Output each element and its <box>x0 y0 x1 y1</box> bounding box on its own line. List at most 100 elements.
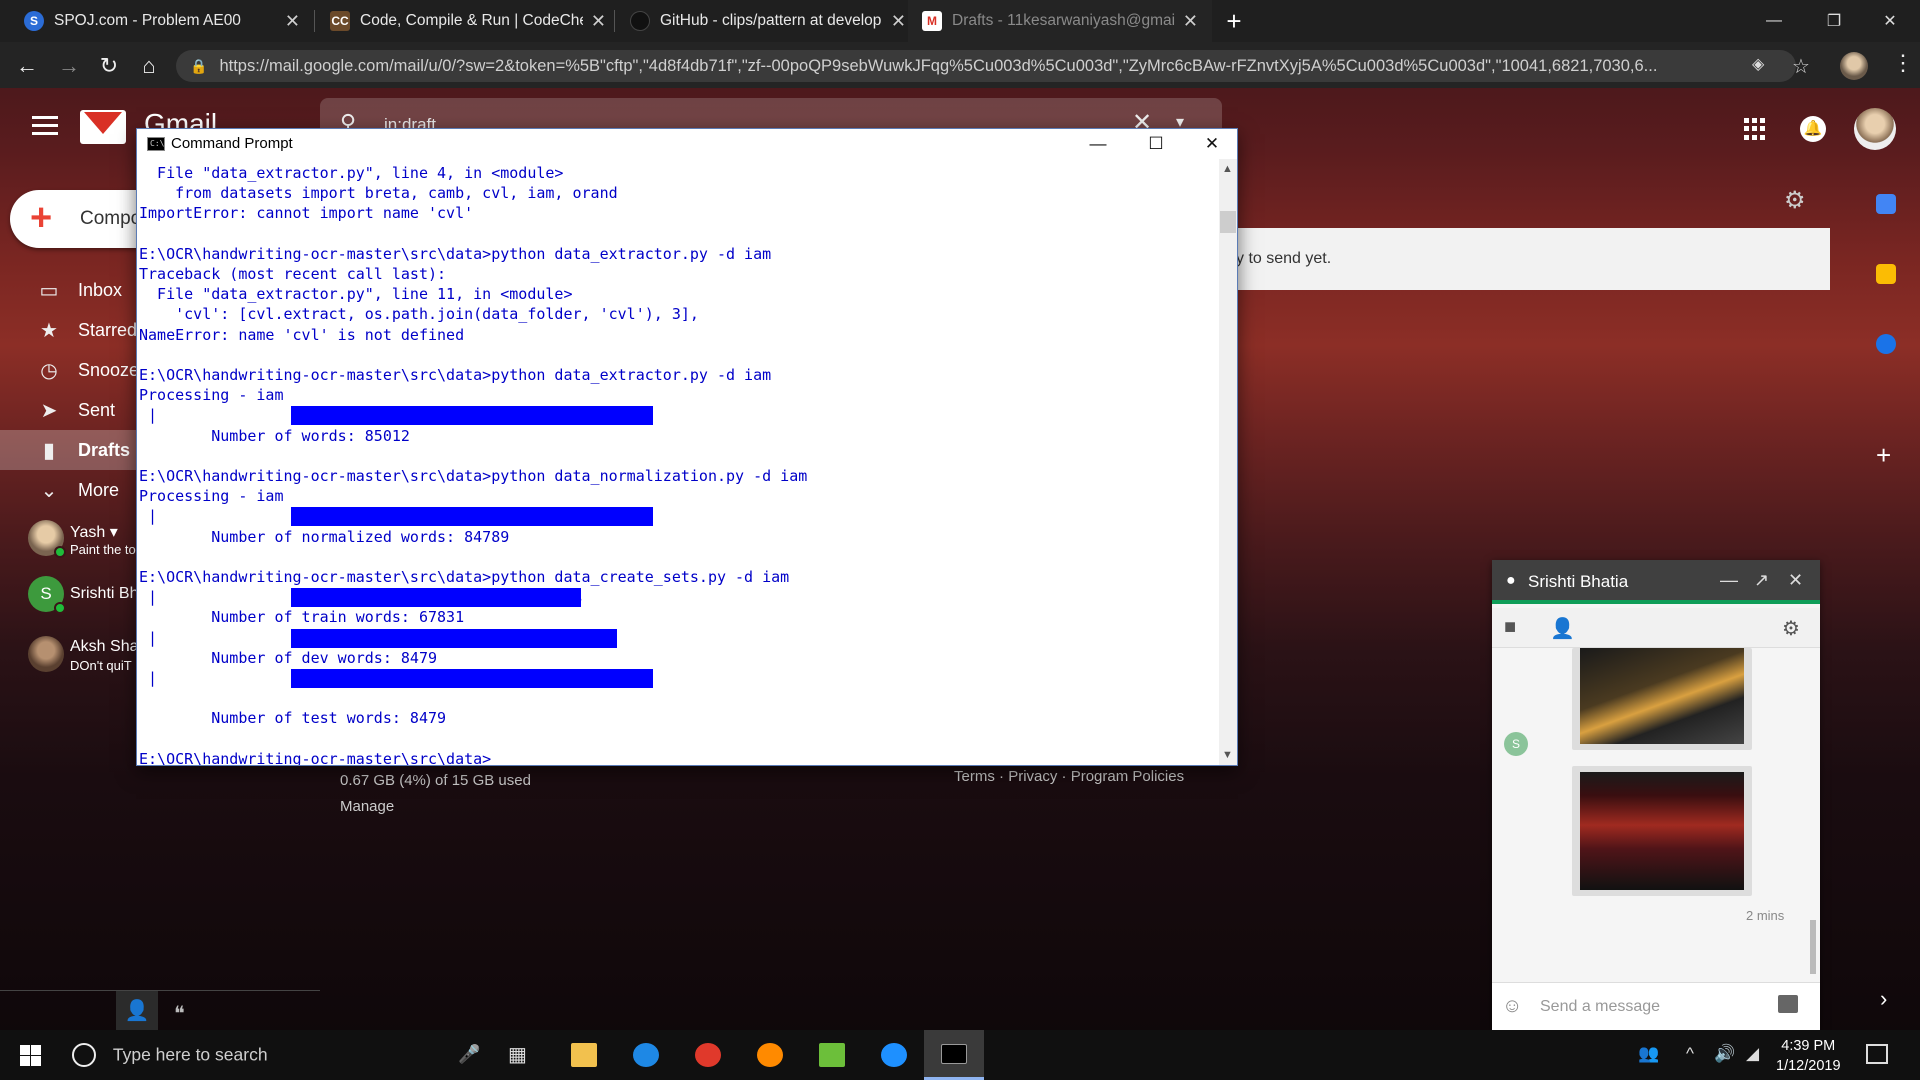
taskbar: Type here to search 🎤 ▦ 👥 ^ 🔊 ◢ 4:39 PM … <box>0 1030 1920 1080</box>
taskbar-clock[interactable]: 4:39 PM 1/12/2019 <box>1776 1036 1841 1076</box>
firefox-icon[interactable] <box>752 1037 788 1073</box>
windows-start-icon[interactable] <box>20 1045 41 1066</box>
cmd-minimize-button[interactable]: — <box>1069 129 1127 159</box>
minimize-window-button[interactable]: — <box>1744 0 1804 42</box>
expand-panel-icon[interactable]: › <box>1880 986 1887 1012</box>
tasks-icon[interactable] <box>1876 334 1896 354</box>
task-view-icon[interactable]: ▦ <box>508 1042 527 1067</box>
microphone-icon[interactable]: 🎤 <box>458 1044 480 1065</box>
cmd-close-button[interactable]: ✕ <box>1183 129 1241 159</box>
google-apps-icon[interactable] <box>1744 118 1766 140</box>
extension-icon[interactable]: ◈ <box>1752 54 1764 74</box>
account-avatar[interactable] <box>1854 108 1896 150</box>
close-tab-icon[interactable]: ✕ <box>1183 11 1198 32</box>
cmd-icon[interactable] <box>924 1030 984 1080</box>
person-icon[interactable]: 👤 <box>116 991 158 1033</box>
chat-toolbar: ■ 👤 ⚙ <box>1492 608 1820 648</box>
reload-icon[interactable]: ↻ <box>94 51 124 81</box>
scroll-thumb[interactable] <box>1220 211 1236 233</box>
action-center-icon[interactable] <box>1866 1044 1888 1064</box>
shared-image-thumbnail[interactable] <box>1572 766 1752 896</box>
privacy-link[interactable]: Privacy <box>1008 768 1057 785</box>
close-chat-icon[interactable]: ✕ <box>1788 570 1803 591</box>
scroll-down-icon[interactable]: ▼ <box>1222 749 1233 761</box>
scroll-up-icon[interactable]: ▲ <box>1222 163 1233 175</box>
tray-chevron-icon[interactable]: ^ <box>1686 1044 1694 1064</box>
online-status-icon <box>54 602 66 614</box>
nav-drafts[interactable]: ▮ Drafts <box>0 430 150 470</box>
console-output[interactable]: File "data_extractor.py", line 4, in <mo… <box>137 159 1219 765</box>
file-explorer-icon[interactable] <box>566 1037 602 1073</box>
sync-icon[interactable] <box>876 1037 912 1073</box>
chat-header[interactable]: ● Srishti Bhatia — ↗ ✕ <box>1492 560 1820 604</box>
menu-kebab-icon[interactable]: ⋮ <box>1892 50 1914 76</box>
tab-divider <box>314 10 315 32</box>
add-person-icon[interactable]: 👤 <box>1550 616 1575 641</box>
message-input[interactable]: Send a message <box>1540 998 1660 1016</box>
volume-icon[interactable]: 🔊 <box>1714 1044 1735 1064</box>
keep-icon[interactable] <box>1876 264 1896 284</box>
cmd-scrollbar[interactable]: ▲ ▼ <box>1219 159 1237 765</box>
video-call-icon[interactable]: ■ <box>1504 616 1516 639</box>
nav-label: More <box>78 479 120 500</box>
profile-avatar[interactable] <box>1840 52 1868 80</box>
new-tab-button[interactable]: + <box>1220 7 1248 35</box>
close-tab-icon[interactable]: ✕ <box>285 11 300 32</box>
back-icon[interactable]: ← <box>12 51 42 81</box>
codeblocks-icon[interactable] <box>814 1037 850 1073</box>
progress-bar-fill <box>291 406 653 426</box>
tab-codechef[interactable]: CC Code, Compile & Run | CodeChef ✕ <box>316 0 620 42</box>
restore-window-button[interactable]: ❐ <box>1804 0 1864 42</box>
console-line: File "data_extractor.py", line 4, in <mo… <box>139 164 564 182</box>
cmd-titlebar[interactable]: C:\ Command Prompt — ☐ ✕ <box>137 129 1237 159</box>
chat-settings-icon[interactable]: ⚙ <box>1782 616 1800 641</box>
contact-name: Aksh Sha <box>70 638 139 655</box>
main-menu-icon[interactable] <box>32 116 58 136</box>
wifi-icon[interactable]: ◢ <box>1746 1044 1759 1064</box>
home-icon[interactable]: ⌂ <box>134 51 164 81</box>
program-policies-link[interactable]: Program Policies <box>1071 768 1184 785</box>
console-line: Traceback (most recent call last): <box>139 265 447 283</box>
inbox-icon: ▭ <box>39 279 59 302</box>
edge-icon[interactable] <box>628 1037 664 1073</box>
bookmark-star-icon[interactable]: ☆ <box>1792 54 1810 79</box>
firefox-glyph <box>757 1043 783 1067</box>
nav-label: Inbox <box>78 279 123 300</box>
manage-storage-link[interactable]: Manage <box>340 798 394 815</box>
close-window-button[interactable]: ✕ <box>1860 0 1920 42</box>
calendar-icon[interactable] <box>1876 194 1896 214</box>
star-icon: ★ <box>40 319 58 342</box>
tab-title: SPOJ.com - Problem AE00 <box>54 12 241 29</box>
tab-gmail-drafts[interactable]: M Drafts - 11kesarwaniyash@gmail ✕ <box>908 0 1212 42</box>
close-tab-icon[interactable]: ✕ <box>591 11 606 32</box>
console-line: E:\OCR\handwriting-ocr-master\src\data>p… <box>139 568 790 586</box>
sender-avatar: S <box>1504 732 1528 756</box>
emoji-icon[interactable]: ☺ <box>1502 995 1522 1018</box>
codechef-icon: CC <box>330 11 350 31</box>
github-icon <box>630 11 650 31</box>
chrome-icon[interactable] <box>690 1037 726 1073</box>
taskbar-search[interactable]: Type here to search <box>72 1043 268 1067</box>
notifications-icon[interactable]: 🔔 <box>1800 116 1826 142</box>
cmd-maximize-button[interactable]: ☐ <box>1127 129 1185 159</box>
console-line: Processing - iam <box>139 386 284 405</box>
gmail-logo-icon[interactable] <box>80 110 126 144</box>
attach-image-icon[interactable] <box>1778 995 1798 1013</box>
shared-image-thumbnail[interactable] <box>1572 648 1752 750</box>
settings-gear-icon[interactable]: ⚙ <box>1784 186 1806 215</box>
contact-name: Yash ▾ <box>70 524 118 541</box>
popout-chat-icon[interactable]: ↗ <box>1754 570 1769 591</box>
people-icon[interactable]: 👥 <box>1638 1044 1659 1064</box>
tab-github[interactable]: GitHub - clips/pattern at develop ✕ <box>616 0 920 42</box>
tab-spoj[interactable]: S SPOJ.com - Problem AE00 ✕ <box>10 0 314 42</box>
close-tab-icon[interactable]: ✕ <box>891 11 906 32</box>
get-addons-icon[interactable]: + <box>1876 440 1891 471</box>
chat-scrollbar[interactable] <box>1810 920 1816 974</box>
minimize-chat-icon[interactable]: — <box>1720 570 1738 591</box>
terms-link[interactable]: Terms <box>954 768 995 785</box>
progress-bar-fill <box>291 588 581 608</box>
taskbar-search-placeholder[interactable]: Type here to search <box>113 1045 268 1065</box>
hangouts-icon[interactable]: ❝ <box>174 1001 185 1026</box>
forward-icon[interactable]: → <box>54 51 84 81</box>
address-bar[interactable]: 🔒 https://mail.google.com/mail/u/0/?sw=2… <box>176 50 1796 82</box>
